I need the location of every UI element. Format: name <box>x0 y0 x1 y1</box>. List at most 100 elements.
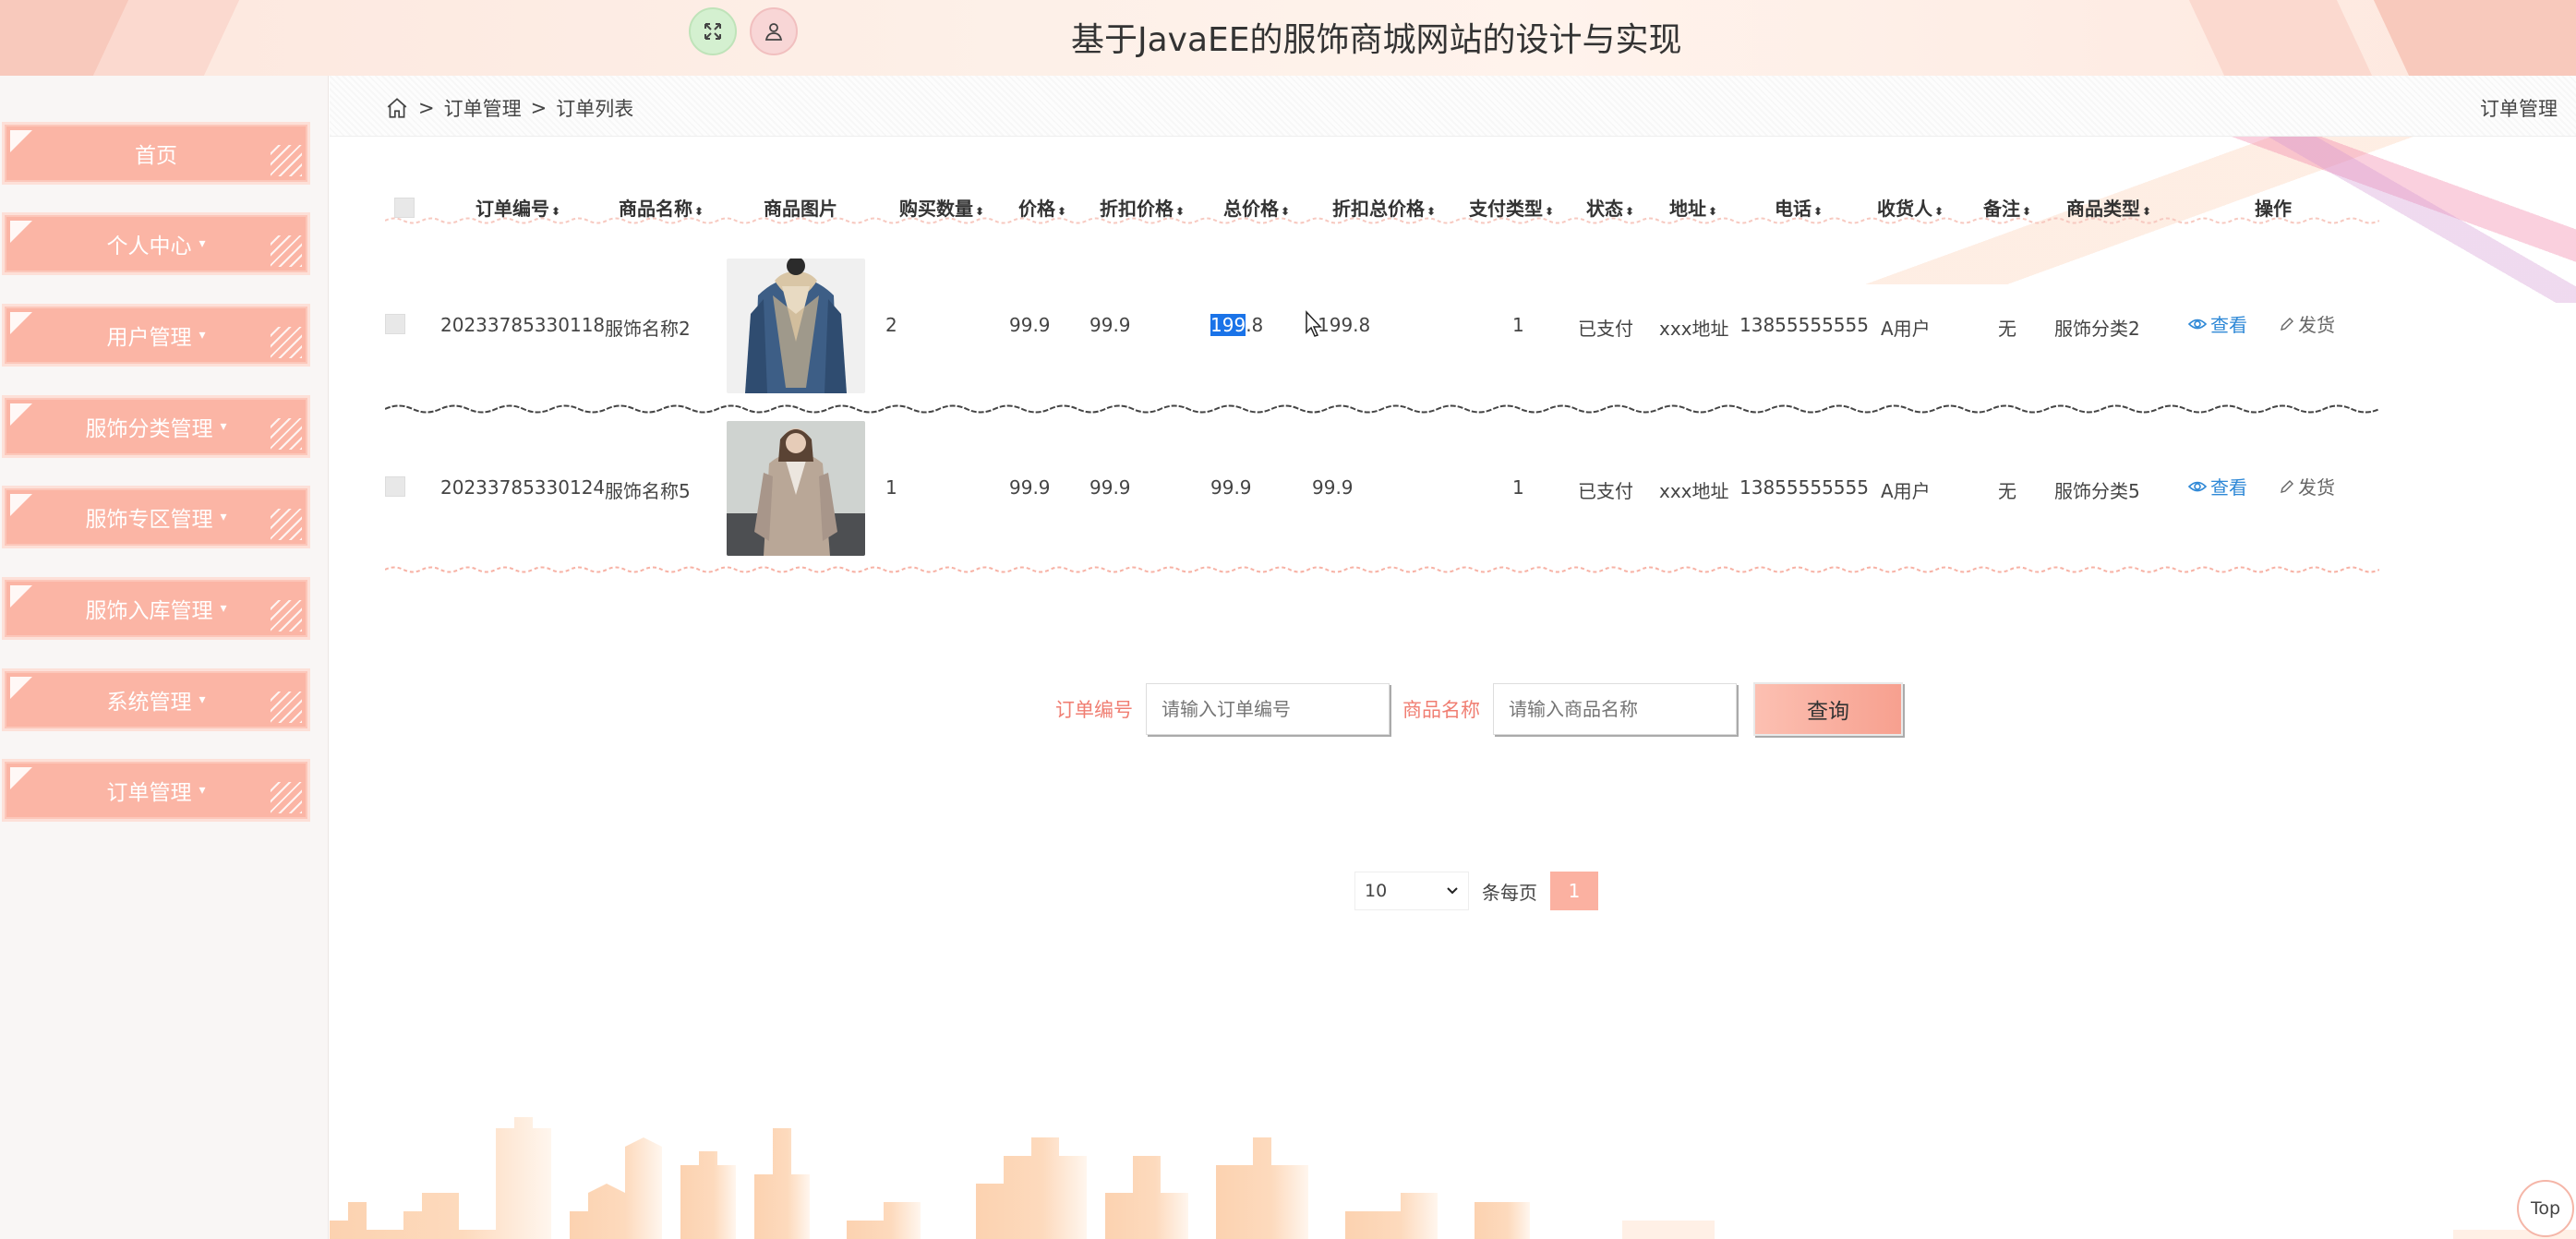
selected-text: 199 <box>1210 314 1246 336</box>
caret-down-icon: ▾ <box>220 419 227 434</box>
cell-product-name: 服饰名称5 <box>605 480 691 502</box>
edit-icon <box>2281 317 2293 331</box>
sidebar-item-label: 服饰分类管理 <box>85 417 213 441</box>
product-name-input[interactable] <box>1493 683 1737 735</box>
cell-price: 99.9 <box>1009 476 1051 499</box>
breadcrumb-separator: > <box>418 97 435 119</box>
sidebar-item-zone-management[interactable]: 服饰专区管理 ▾ <box>2 486 310 548</box>
breadcrumb-order-management[interactable]: 订单管理 <box>444 94 522 122</box>
cell-receiver: A用户 <box>1881 480 1931 502</box>
pagination: 10 条每页 1 <box>1354 872 1598 910</box>
mouse-cursor-icon <box>1306 310 1322 337</box>
search-button[interactable]: 查询 <box>1753 682 1903 736</box>
sidebar-item-label: 服饰入库管理 <box>85 599 213 623</box>
cell-total-price: 199.8 <box>1210 314 1263 336</box>
cell-total-rest: .8 <box>1246 314 1264 336</box>
breadcrumb-separator: > <box>530 97 548 119</box>
sidebar-item-user-management[interactable]: 用户管理 ▾ <box>2 304 310 367</box>
eye-icon <box>2188 481 2207 491</box>
corner-decoration <box>10 403 32 426</box>
sidebar-item-system-management[interactable]: 系统管理 ▾ <box>2 668 310 731</box>
product-image[interactable] <box>727 421 865 556</box>
corner-decoration <box>271 600 302 632</box>
row-checkbox[interactable] <box>385 314 405 334</box>
top-header: 基于JavaEE的服饰商城网站的设计与实现 <box>0 0 2576 76</box>
header-decoration <box>2373 0 2576 76</box>
corner-decoration <box>271 692 302 723</box>
corner-decoration <box>271 145 302 176</box>
cell-remark: 无 <box>1998 480 2016 502</box>
order-no-label: 订单编号 <box>1055 699 1133 721</box>
table-header: 订单编号 ⬍ 商品名称 ⬍ 商品图片 购买数量 ⬍ 价格 ⬍ 折扣价格 ⬍ 总价格 ⬍ 折扣… <box>385 155 2398 224</box>
sidebar-item-home[interactable]: 首页 <box>2 122 310 185</box>
cell-receiver: A用户 <box>1881 318 1931 340</box>
caret-down-icon: ▾ <box>199 783 206 798</box>
home-icon[interactable] <box>385 96 409 120</box>
page-size-value: 10 <box>1365 881 1388 901</box>
corner-decoration <box>10 767 32 789</box>
cell-pay-type: 1 <box>1512 476 1524 499</box>
edit-icon <box>2281 479 2293 493</box>
ship-button[interactable]: 发货 <box>2280 310 2335 337</box>
sidebar-item-stock-management[interactable]: 服饰入库管理 ▾ <box>2 577 310 640</box>
cell-total-price: 99.9 <box>1210 476 1252 499</box>
cell-phone: 13855555555 <box>1739 314 1869 336</box>
page-number[interactable]: 1 <box>1550 872 1598 910</box>
eye-icon <box>2188 319 2207 329</box>
sidebar: 首页 个人中心 ▾ 用户管理 ▾ 服饰分类管理 ▾ 服饰专区管理 ▾ 服饰入库管… <box>0 76 329 1239</box>
caret-down-icon: ▾ <box>199 236 206 251</box>
corner-decoration <box>10 494 32 516</box>
product-image[interactable] <box>727 259 865 393</box>
sidebar-item-label: 个人中心 <box>106 235 192 259</box>
cell-address: xxx地址 <box>1659 480 1729 502</box>
cell-remark: 无 <box>1998 318 2016 340</box>
expand-icon <box>704 23 721 40</box>
header-decoration <box>2188 0 2373 76</box>
corner-decoration <box>271 327 302 358</box>
cell-status: 已支付 <box>1578 318 1633 340</box>
cell-category: 服饰分类2 <box>2054 318 2140 340</box>
view-button[interactable]: 查看 <box>2188 473 2247 499</box>
view-label: 查看 <box>2210 476 2247 499</box>
cell-price: 99.9 <box>1009 314 1051 336</box>
breadcrumb-order-list: 订单列表 <box>556 98 634 120</box>
fullscreen-button[interactable] <box>689 7 737 55</box>
sidebar-item-order-management[interactable]: 订单管理 ▾ <box>2 759 310 822</box>
caret-down-icon: ▾ <box>199 328 206 343</box>
sidebar-item-label: 首页 <box>135 144 177 168</box>
page-size-select[interactable]: 10 <box>1354 872 1469 910</box>
sidebar-item-personal-center[interactable]: 个人中心 ▾ <box>2 212 310 275</box>
search-bar: 订单编号 商品名称 查询 <box>1055 681 1903 737</box>
user-button[interactable] <box>750 7 798 55</box>
cell-product-name: 服饰名称2 <box>605 318 691 340</box>
cell-address: xxx地址 <box>1659 318 1729 340</box>
caret-down-icon: ▾ <box>199 692 206 707</box>
table-row: 20233785330124 服饰名称5 1 99.9 99.9 99.9 99… <box>385 403 2398 573</box>
corner-decoration <box>271 509 302 540</box>
order-no-input[interactable] <box>1146 683 1390 735</box>
back-to-top-button[interactable]: Top <box>2517 1180 2574 1237</box>
view-button[interactable]: 查看 <box>2188 310 2247 337</box>
sidebar-item-label: 用户管理 <box>106 326 192 350</box>
row-checkbox[interactable] <box>385 476 405 497</box>
per-page-label: 条每页 <box>1482 881 1537 904</box>
cell-discount-price: 99.9 <box>1089 476 1131 499</box>
sidebar-item-category-management[interactable]: 服饰分类管理 ▾ <box>2 395 310 458</box>
cell-order-no: 20233785330118 <box>440 314 606 336</box>
sidebar-item-label: 服饰专区管理 <box>85 508 213 532</box>
page-title: 订单管理 <box>2480 98 2558 120</box>
ship-label: 发货 <box>2298 476 2335 499</box>
ship-label: 发货 <box>2298 314 2335 336</box>
caret-down-icon: ▾ <box>220 510 227 524</box>
skyline-decoration <box>330 1117 2576 1239</box>
user-icon <box>764 23 783 41</box>
cell-quantity: 2 <box>885 314 897 336</box>
denim-jacket-image <box>727 259 865 393</box>
cell-category: 服饰分类5 <box>2054 480 2140 502</box>
corner-decoration <box>10 312 32 334</box>
row-divider <box>385 217 2379 224</box>
corner-decoration <box>10 585 32 607</box>
ship-button[interactable]: 发货 <box>2280 473 2335 499</box>
chevron-down-icon <box>1447 887 1458 895</box>
corner-decoration <box>10 221 32 243</box>
